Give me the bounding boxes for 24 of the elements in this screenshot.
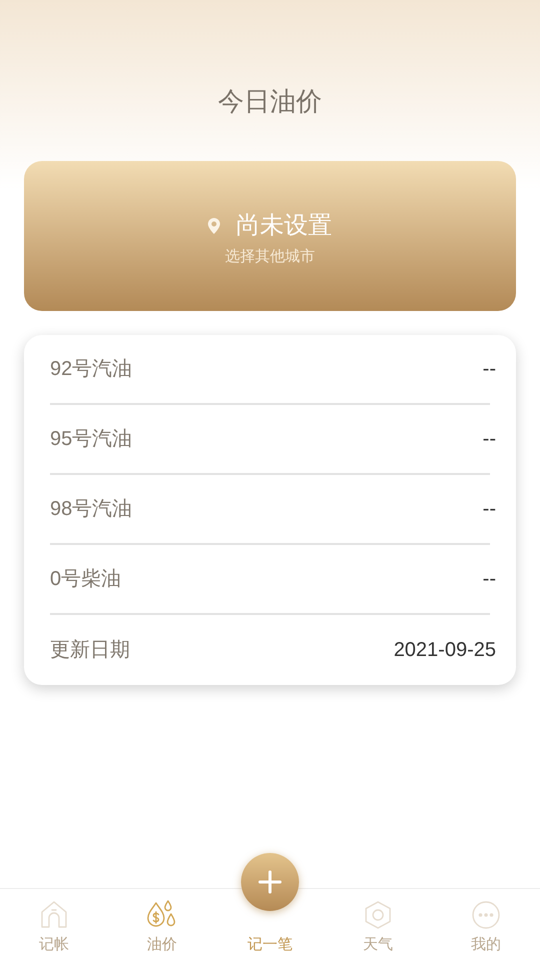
price-value: -- (482, 357, 496, 382)
fuel-label: 95号汽油 (50, 427, 132, 452)
plus-icon (258, 870, 282, 894)
page-title: 今日油价 (218, 85, 322, 118)
fuel-label: 98号汽油 (50, 497, 132, 522)
price-value: 2021-09-25 (394, 638, 496, 663)
hexagon-icon (364, 900, 392, 930)
tab-item[interactable]: 记帐 (39, 900, 69, 960)
city-card[interactable]: 尚未设置 选择其他城市 (24, 161, 516, 311)
price-value: -- (482, 497, 496, 522)
location-pin-icon (208, 218, 220, 234)
price-value: -- (482, 567, 496, 592)
tab-item[interactable]: 我的 (471, 900, 501, 960)
more-icon (471, 900, 501, 930)
price-value: -- (482, 427, 496, 452)
city-hint: 选择其他城市 (225, 246, 315, 267)
tab-item[interactable]: 记一笔 (248, 934, 292, 960)
city-name: 尚未设置 (236, 210, 332, 241)
tab-item[interactable]: 油价 (146, 900, 178, 960)
fuel-label: 0号柴油 (50, 567, 122, 592)
tab-item[interactable]: 天气 (363, 900, 393, 960)
fuel-label: 92号汽油 (50, 357, 132, 382)
add-button[interactable] (241, 853, 299, 911)
fuel-label: 更新日期 (50, 638, 130, 663)
